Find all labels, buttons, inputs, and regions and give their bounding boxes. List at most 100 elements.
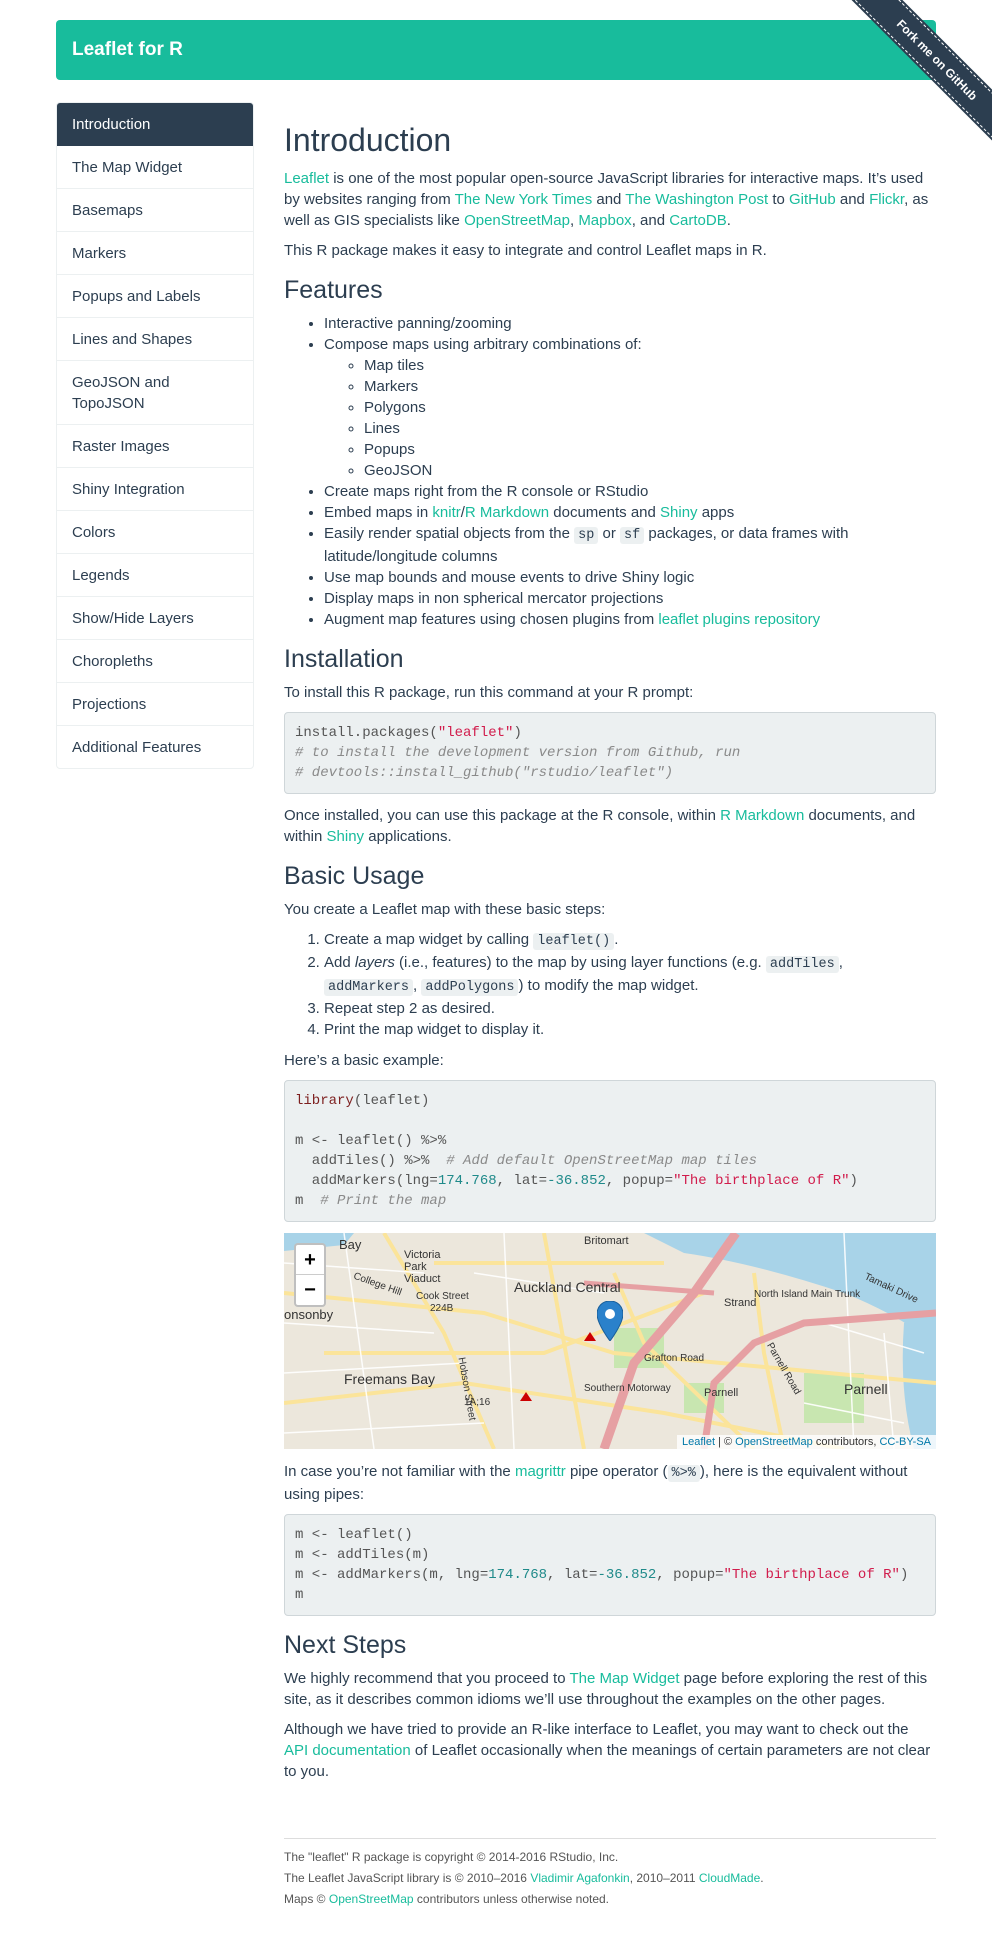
code-pipe: %>% — [667, 1465, 700, 1482]
feature-subitem: Polygons — [364, 397, 936, 418]
sidebar-item-basemaps[interactable]: Basemaps — [57, 189, 253, 232]
feature-item: Interactive panning/zooming — [324, 313, 936, 334]
next-paragraph: We highly recommend that you proceed to … — [284, 1670, 928, 1708]
code-leaflet: leaflet() — [533, 933, 615, 950]
sidebar-item-choropleths[interactable]: Choropleths — [57, 640, 253, 683]
sidebar-item-shiny[interactable]: Shiny Integration — [57, 468, 253, 511]
map-label: Freemans Bay — [344, 1371, 436, 1387]
sidebar-item-additional-features[interactable]: Additional Features — [57, 726, 253, 768]
sidebar-item-raster-images[interactable]: Raster Images — [57, 425, 253, 468]
code-addmarkers: addMarkers — [324, 979, 414, 996]
link-github[interactable]: GitHub — [789, 191, 836, 208]
leaflet-map[interactable]: Britomart Victoria Park Viaduct Auckland… — [284, 1233, 936, 1449]
link-magrittr[interactable]: magrittr — [515, 1463, 566, 1480]
map-label: 224B — [430, 1303, 454, 1314]
features-heading: Features — [284, 276, 383, 304]
link-mapbox[interactable]: Mapbox — [578, 212, 631, 229]
link-shiny[interactable]: Shiny — [660, 504, 698, 521]
sidebar-item-markers[interactable]: Markers — [57, 232, 253, 275]
link-washington-post[interactable]: The Washington Post — [625, 191, 768, 208]
navbar-brand[interactable]: Leaflet for R — [72, 38, 183, 62]
link-plugins-repository[interactable]: leaflet plugins repository — [658, 611, 820, 628]
example-intro: Here’s a basic example: — [284, 1052, 444, 1069]
feature-item: Display maps in non spherical mercator p… — [324, 588, 936, 609]
feature-subitem: Popups — [364, 439, 936, 460]
usage-step: Repeat step 2 as desired. — [324, 998, 936, 1019]
link-api-docs[interactable]: API documentation — [284, 1742, 411, 1759]
map-label: North Island Main Trunk — [754, 1289, 861, 1300]
sidebar-item-geojson[interactable]: GeoJSON and TopoJSON — [57, 361, 253, 425]
sidebar-item-popups-labels[interactable]: Popups and Labels — [57, 275, 253, 318]
next-steps-heading: Next Steps — [284, 1631, 407, 1659]
map-label: Grafton Road — [644, 1353, 705, 1364]
map-label: Southern Motorway — [584, 1383, 671, 1394]
feature-subitem: Map tiles — [364, 355, 936, 376]
link-leaflet[interactable]: Leaflet — [284, 170, 329, 187]
sidebar-item-colors[interactable]: Colors — [57, 511, 253, 554]
sidebar-item-show-hide-layers[interactable]: Show/Hide Layers — [57, 597, 253, 640]
usage-paragraph: You create a Leaflet map with these basi… — [284, 901, 606, 918]
link-shiny-2[interactable]: Shiny — [327, 828, 365, 845]
link-flickr[interactable]: Flickr — [869, 191, 904, 208]
feature-item: Embed maps in knitr/R Markdown documents… — [324, 502, 936, 523]
intro-paragraph-2: This R package makes it easy to integrat… — [284, 242, 767, 259]
usage-step: Create a map widget by calling leaflet()… — [324, 929, 936, 952]
sidebar-item-map-widget[interactable]: The Map Widget — [57, 146, 253, 189]
nopipe-paragraph: In case you’re not familiar with the mag… — [284, 1463, 908, 1503]
code-sf: sf — [620, 527, 645, 544]
map-label: 1A;16 — [464, 1397, 491, 1408]
link-knitr[interactable]: knitr — [432, 504, 460, 521]
footer: The "leaflet" R package is copyright © 2… — [284, 1838, 936, 1910]
feature-subitem: Lines — [364, 418, 936, 439]
link-osm-footer[interactable]: OpenStreetMap — [329, 1892, 414, 1906]
installation-heading: Installation — [284, 645, 404, 673]
link-map-widget[interactable]: The Map Widget — [569, 1670, 679, 1687]
feature-subitem: Markers — [364, 376, 936, 397]
features-list: Interactive panning/zooming Compose maps… — [324, 313, 936, 630]
map-label: Strand — [724, 1297, 757, 1309]
link-r-markdown-2[interactable]: R Markdown — [720, 807, 804, 824]
next-paragraph-2: Although we have tried to provide an R-l… — [284, 1721, 931, 1780]
link-cartodb[interactable]: CartoDB — [669, 212, 727, 229]
link-cloudmade[interactable]: CloudMade — [699, 1871, 760, 1885]
install-paragraph-2: Once installed, you can use this package… — [284, 807, 916, 845]
attrib-cc-link[interactable]: CC-BY-SA — [879, 1436, 931, 1448]
zoom-in-button[interactable]: + — [296, 1245, 324, 1275]
map-marker-icon[interactable] — [597, 1301, 623, 1341]
sidebar-nav: Introduction The Map Widget Basemaps Mar… — [56, 102, 254, 769]
attrib-leaflet-link[interactable]: Leaflet — [682, 1436, 715, 1448]
map-label: Bay — [339, 1237, 362, 1252]
zoom-out-button[interactable]: − — [296, 1275, 324, 1305]
map-label: Parnell — [704, 1387, 739, 1399]
navbar: Leaflet for R — [56, 20, 936, 80]
link-agafonkin[interactable]: Vladimir Agafonkin — [530, 1871, 629, 1885]
sidebar-item-lines-shapes[interactable]: Lines and Shapes — [57, 318, 253, 361]
code-sp: sp — [574, 527, 599, 544]
map-label: Parnell — [844, 1381, 888, 1397]
attrib-osm-link[interactable]: OpenStreetMap — [735, 1436, 813, 1448]
page-title: Introduction — [284, 122, 452, 158]
usage-steps: Create a map widget by calling leaflet()… — [324, 929, 936, 1040]
feature-item: Compose maps using arbitrary combination… — [324, 334, 936, 481]
map-label: onsonby — [284, 1307, 334, 1322]
footer-line: The Leaflet JavaScript library is © 2010… — [284, 1871, 764, 1885]
map-attribution: Leaflet | © OpenStreetMap contributors, … — [676, 1435, 936, 1449]
code-addpolygons: addPolygons — [421, 979, 519, 996]
nopipe-code-block[interactable]: m <- leaflet() m <- addTiles(m) m <- add… — [284, 1514, 936, 1616]
feature-item: Augment map features using chosen plugin… — [324, 609, 936, 630]
map-tiles[interactable] — [284, 1233, 936, 1449]
link-nyt[interactable]: The New York Times — [455, 191, 593, 208]
sidebar-item-legends[interactable]: Legends — [57, 554, 253, 597]
sidebar-item-projections[interactable]: Projections — [57, 683, 253, 726]
example-code-block[interactable]: library(leaflet) m <- leaflet() %>% addT… — [284, 1080, 936, 1222]
feature-item: Easily render spatial objects from the s… — [324, 523, 936, 567]
feature-item: Use map bounds and mouse events to drive… — [324, 567, 936, 588]
link-r-markdown[interactable]: R Markdown — [465, 504, 549, 521]
sidebar-item-introduction[interactable]: Introduction — [57, 103, 253, 146]
map-label: Cook Street — [416, 1291, 469, 1302]
link-openstreetmap[interactable]: OpenStreetMap — [464, 212, 570, 229]
feature-item: Create maps right from the R console or … — [324, 481, 936, 502]
intro-paragraph: Leaflet is one of the most popular open-… — [284, 170, 929, 229]
install-code-block[interactable]: install.packages("leaflet") # to install… — [284, 712, 936, 794]
feature-sublist: Map tiles Markers Polygons Lines Popups … — [364, 355, 936, 481]
